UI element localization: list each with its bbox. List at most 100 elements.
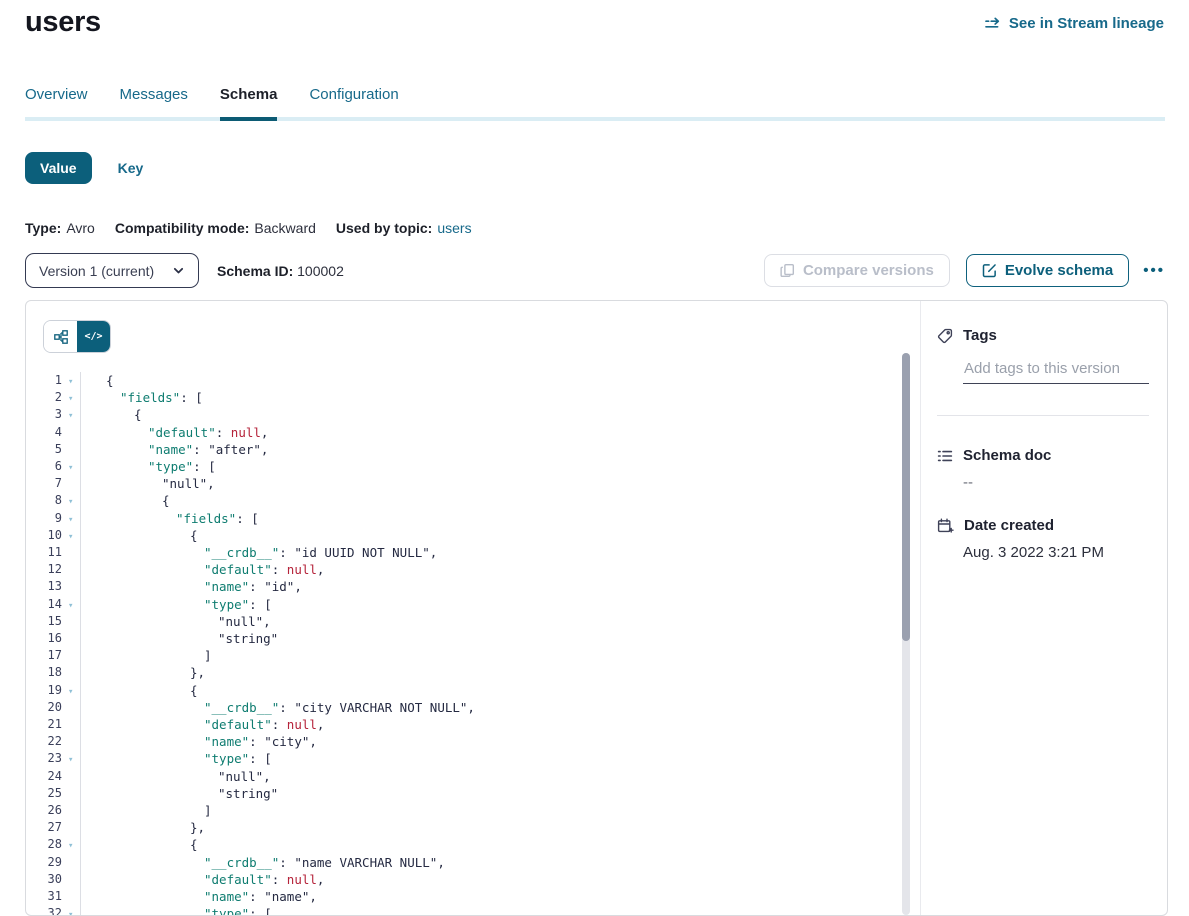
code-line: 2▾"fields": [ [26, 389, 896, 406]
date-created-section: Date created Aug. 3 2022 3:21 PM [937, 517, 1149, 561]
tab-track [25, 117, 1165, 121]
code-line: 26] [26, 802, 896, 819]
date-created-value: Aug. 3 2022 3:21 PM [963, 544, 1149, 561]
code-line: 27}, [26, 819, 896, 836]
edit-schema-icon [982, 263, 997, 278]
line-number: 32 [48, 905, 62, 916]
stream-lineage-link[interactable]: See in Stream lineage [985, 15, 1164, 32]
code-line: 15"null", [26, 613, 896, 630]
line-number: 2 [55, 389, 62, 406]
schema-doc-value: -- [963, 474, 1149, 491]
code-line: 20"__crdb__": "city VARCHAR NOT NULL", [26, 699, 896, 716]
code-line: 3▾{ [26, 406, 896, 423]
schema-code-pane: </> 1▾{2▾"fields": [3▾{4"default": null,… [26, 301, 920, 915]
schema-page: users See in Stream lineage Overview Mes… [0, 0, 1189, 916]
code-line: 6▾"type": [ [26, 458, 896, 475]
line-number: 5 [55, 441, 62, 458]
line-number: 25 [48, 785, 62, 802]
line-number: 7 [55, 475, 62, 492]
line-number: 6 [55, 458, 62, 475]
page-title: users [25, 6, 101, 39]
code-line: 11"__crdb__": "id UUID NOT NULL", [26, 544, 896, 561]
schema-panel: </> 1▾{2▾"fields": [3▾{4"default": null,… [25, 300, 1168, 916]
code-line: 30"default": null, [26, 871, 896, 888]
line-number: 8 [55, 492, 62, 509]
more-actions-button[interactable]: ••• [1143, 262, 1165, 279]
code-line: 21"default": null, [26, 716, 896, 733]
line-number: 18 [48, 664, 62, 681]
fold-toggle-icon[interactable]: ▾ [68, 907, 73, 916]
schema-id: Schema ID: 100002 [217, 263, 344, 279]
used-by-topic: Used by topic:users [336, 220, 472, 236]
tab-messages[interactable]: Messages [120, 86, 188, 121]
line-number: 17 [48, 647, 62, 664]
line-number: 9 [55, 510, 62, 527]
code-line: 18}, [26, 664, 896, 681]
schema-meta-row: Type:Avro Compatibility mode:Backward Us… [25, 220, 472, 236]
line-number: 1 [55, 372, 62, 389]
line-number: 3 [55, 406, 62, 423]
code-line: 9▾"fields": [ [26, 510, 896, 527]
code-line: 16"string" [26, 630, 896, 647]
topic-link[interactable]: users [437, 220, 471, 236]
version-toolbar: Version 1 (current) Schema ID: 100002 Co… [25, 253, 1168, 288]
code-line: 12"default": null, [26, 561, 896, 578]
code-line: 10▾{ [26, 527, 896, 544]
line-number: 4 [55, 424, 62, 441]
tab-schema[interactable]: Schema [220, 86, 278, 121]
line-number: 30 [48, 871, 62, 888]
line-number: 31 [48, 888, 62, 905]
copy-pages-icon [780, 263, 795, 278]
stream-lineage-icon [985, 16, 1002, 32]
calendar-plus-icon [937, 518, 954, 534]
line-number: 22 [48, 733, 62, 750]
tree-view-button[interactable] [44, 321, 77, 352]
code-line: 32▾"type": [ [26, 905, 896, 916]
compare-versions-button[interactable]: Compare versions [764, 254, 950, 287]
evolve-schema-button[interactable]: Evolve schema [966, 254, 1129, 287]
code-line: 7"null", [26, 475, 896, 492]
code-line: 24"null", [26, 768, 896, 785]
view-mode-toggle: </> [43, 320, 111, 353]
line-number: 13 [48, 578, 62, 595]
tab-configuration[interactable]: Configuration [309, 86, 398, 121]
key-toggle-button[interactable]: Key [118, 160, 144, 176]
line-number: 11 [48, 544, 62, 561]
tag-icon [937, 328, 953, 344]
tab-overview[interactable]: Overview [25, 86, 88, 121]
schema-doc-section: Schema doc -- [937, 447, 1149, 491]
code-scrollbar-thumb[interactable] [902, 353, 910, 641]
code-line: 23▾"type": [ [26, 750, 896, 767]
add-tags-input[interactable] [963, 357, 1149, 384]
value-key-toggle: Value Key [25, 152, 143, 184]
schema-type: Type:Avro [25, 220, 95, 236]
code-line: 17] [26, 647, 896, 664]
line-number: 10 [48, 527, 62, 544]
tab-bar: Overview Messages Schema Configuration [25, 86, 1165, 121]
code-editor[interactable]: 1▾{2▾"fields": [3▾{4"default": null,5"na… [26, 372, 896, 916]
line-number: 15 [48, 613, 62, 630]
code-line: 19▾{ [26, 682, 896, 699]
tags-section-header: Tags [937, 327, 1149, 344]
value-toggle-button[interactable]: Value [25, 152, 92, 184]
line-number: 28 [48, 836, 62, 853]
code-view-icon: </> [84, 331, 102, 342]
version-select[interactable]: Version 1 (current) [25, 253, 199, 288]
sidebar-divider [937, 415, 1149, 416]
code-line: 4"default": null, [26, 424, 896, 441]
code-line: 22"name": "city", [26, 733, 896, 750]
code-view-button[interactable]: </> [77, 321, 110, 352]
code-line: 5"name": "after", [26, 441, 896, 458]
code-line: 29"__crdb__": "name VARCHAR NULL", [26, 854, 896, 871]
code-line: 25"string" [26, 785, 896, 802]
tree-view-icon [54, 330, 68, 344]
line-number: 12 [48, 561, 62, 578]
line-number: 19 [48, 682, 62, 699]
line-number: 26 [48, 802, 62, 819]
code-line: 31"name": "name", [26, 888, 896, 905]
code-line: 8▾{ [26, 492, 896, 509]
line-number: 29 [48, 854, 62, 871]
code-line: 1▾{ [26, 372, 896, 389]
line-number: 20 [48, 699, 62, 716]
line-number: 14 [48, 596, 62, 613]
